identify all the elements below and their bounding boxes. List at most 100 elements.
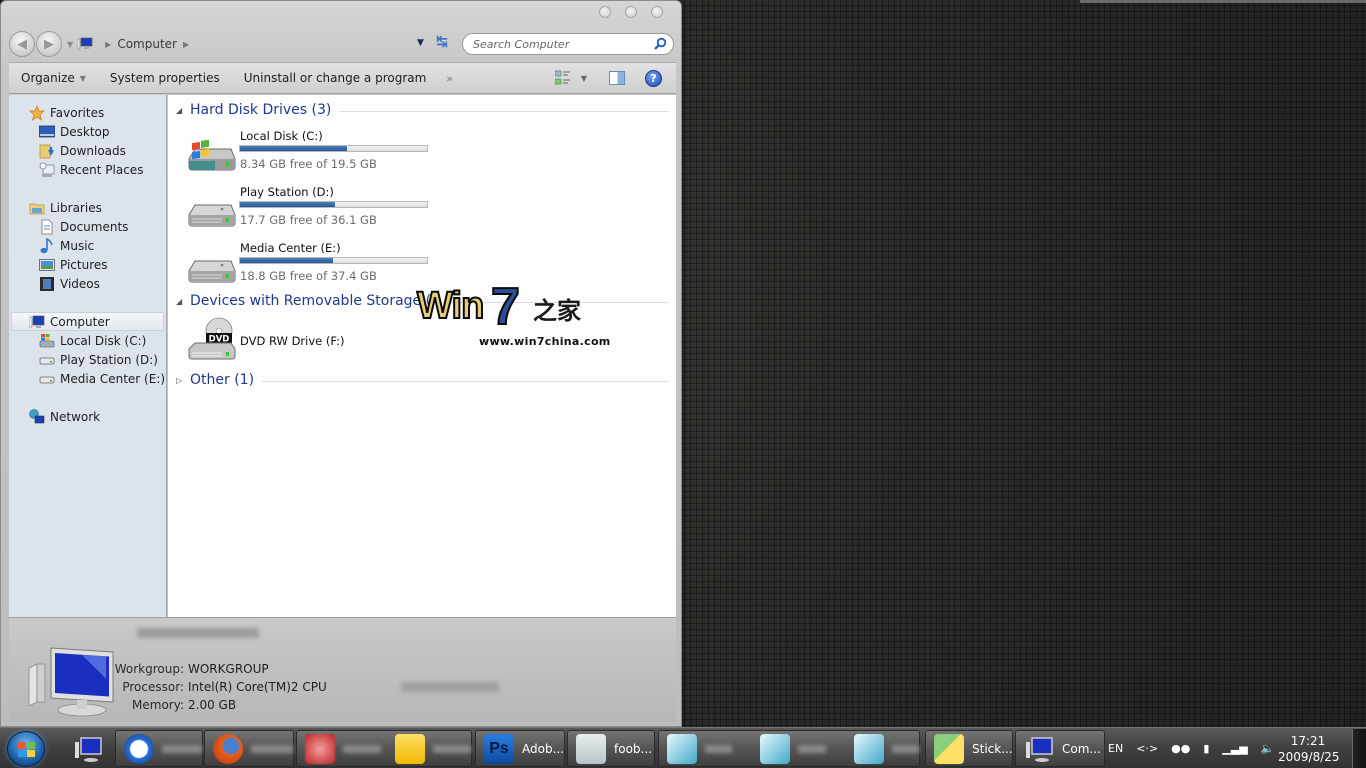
sidebar-item-network[interactable]: Network	[9, 407, 167, 426]
search-input[interactable]	[473, 37, 643, 51]
sidebar-item-favorites[interactable]: Favorites	[9, 103, 167, 122]
expand-triangle-icon[interactable]: ▷	[176, 376, 190, 385]
hard-drive-icon	[39, 376, 55, 383]
taskbar-label-blurred	[891, 744, 919, 753]
taskbar-label-blurred	[343, 744, 381, 753]
taskbar-pinned-computer[interactable]	[64, 730, 108, 767]
note-icon	[395, 733, 425, 764]
taskbar-label: Stick...	[972, 741, 1013, 756]
sidebar-label: Media Center (E:)	[60, 371, 166, 386]
processor-speed-blurred	[401, 682, 499, 692]
taskbar-button-photoshop[interactable]: Ps Adob...	[475, 730, 565, 767]
sidebar-label: Libraries	[50, 200, 102, 215]
windows-drive-icon	[39, 333, 55, 347]
sidebar-item-documents[interactable]: Documents	[9, 217, 167, 236]
search-icon[interactable]	[653, 37, 667, 51]
uninstall-program-button[interactable]: Uninstall or change a program	[232, 71, 439, 85]
drive-item-d[interactable]: Play Station (D:) 17.7 GB free of 36.1 G…	[186, 185, 446, 237]
minimize-button[interactable]	[599, 6, 611, 18]
signal-strength-icon[interactable]: ▁▃▅	[1222, 742, 1247, 755]
downloads-icon	[39, 144, 54, 158]
sidebar-item-media-center-e[interactable]: Media Center (E:)	[9, 369, 167, 388]
computer-icon	[1026, 736, 1053, 762]
sidebar-item-pictures[interactable]: Pictures	[9, 255, 167, 274]
favorites-group: Favorites Desktop Downloads Recent Place…	[9, 103, 167, 179]
help-button[interactable]: ?	[645, 69, 662, 87]
drive-usage-fill	[240, 258, 333, 263]
drive-item-e[interactable]: Media Center (E:) 18.8 GB free of 37.4 G…	[186, 241, 446, 293]
change-view-button[interactable]: ▼	[554, 70, 587, 86]
organize-label: Organize	[21, 71, 75, 85]
system-properties-button[interactable]: System properties	[98, 71, 232, 85]
sidebar-item-play-station-d[interactable]: Play Station (D:)	[9, 350, 167, 369]
sidebar-item-local-disk-c[interactable]: Local Disk (C:)	[9, 331, 167, 350]
refresh-icon[interactable]: ↹	[436, 34, 448, 50]
drive-usage-fill	[240, 146, 347, 151]
photoshop-icon: Ps	[484, 733, 514, 764]
group-header-hard-disk-drives[interactable]: ◢ Hard Disk Drives (3)	[176, 102, 669, 118]
computer-icon	[76, 37, 93, 51]
group-title: Hard Disk Drives (3)	[190, 102, 332, 118]
computer-icon	[75, 736, 102, 762]
sidebar-item-libraries[interactable]: Libraries	[9, 198, 167, 217]
computer-icon	[29, 315, 45, 328]
group-divider	[262, 380, 669, 382]
windows-logo-icon	[18, 742, 35, 757]
breadcrumb-separator[interactable]: ▶	[105, 40, 111, 49]
clock[interactable]: 17:21 2009/8/25	[1278, 733, 1340, 765]
window-controls	[599, 6, 663, 18]
sidebar-item-recent-places[interactable]: Recent Places	[9, 160, 167, 179]
memory-value: 2.00 GB	[188, 698, 237, 712]
organize-button[interactable]: Organize ▼	[9, 71, 98, 85]
network-connection-icon[interactable]: <·>	[1136, 742, 1158, 755]
taskbar-button-sticky-notes[interactable]: Stick...	[925, 730, 1013, 767]
drive-item-dvd[interactable]: DVD DVD RW Drive (F:)	[186, 317, 446, 369]
taskbar-button-computer[interactable]: Com...	[1015, 730, 1105, 767]
processor-row: Processor: Intel(R) Core(TM)2 CPU	[74, 680, 326, 694]
sidebar-item-videos[interactable]: Videos	[9, 274, 167, 293]
drive-item-c[interactable]: Local Disk (C:) 8.34 GB free of 19.5 GB	[186, 129, 446, 181]
taskbar-button-thunder[interactable]	[115, 730, 203, 767]
taskbar-button-group-apps[interactable]	[296, 730, 472, 767]
group-header-other[interactable]: ▷ Other (1)	[176, 372, 669, 388]
more-commands-button[interactable]: »	[438, 72, 461, 85]
sidebar-item-computer[interactable]: Computer	[11, 312, 164, 331]
libraries-icon	[29, 203, 45, 214]
recent-places-icon	[39, 162, 55, 177]
group-title: Devices with Removable Storage (	[190, 293, 432, 309]
drive-name: DVD RW Drive (F:)	[240, 334, 345, 348]
taskbar-button-firefox[interactable]	[204, 730, 294, 767]
navigation-bar: ◀ ▶ ▼ ▶ Computer ▶ ▼ ↹	[9, 30, 675, 58]
back-button[interactable]: ◀	[9, 31, 35, 57]
taskbar-button-group-notepad[interactable]	[658, 730, 920, 767]
collapse-triangle-icon[interactable]: ◢	[176, 297, 190, 306]
volume-icon[interactable]: 🔈	[1261, 742, 1275, 755]
group-title: Other (1)	[190, 372, 255, 388]
sidebar-item-desktop[interactable]: Desktop	[9, 122, 167, 141]
workgroup-value: WORKGROUP	[188, 662, 269, 676]
breadcrumb-separator[interactable]: ▶	[183, 40, 189, 49]
hard-drive-icon	[188, 260, 236, 283]
collapse-triangle-icon[interactable]: ◢	[176, 106, 190, 115]
close-button[interactable]	[651, 6, 663, 18]
forward-button[interactable]: ▶	[36, 31, 62, 57]
taskbar-button-foobar[interactable]: foob...	[567, 730, 655, 767]
videos-icon	[40, 276, 54, 291]
power-plug-icon[interactable]: ▮	[1203, 742, 1209, 755]
view-icon	[554, 70, 570, 85]
sidebar-label: Recent Places	[60, 162, 144, 177]
tray-app-icon[interactable]: ●●	[1171, 742, 1190, 755]
start-button[interactable]	[7, 731, 45, 767]
workgroup-row: Workgroup: WORKGROUP	[74, 662, 269, 676]
language-indicator[interactable]: EN	[1108, 742, 1123, 755]
maximize-button[interactable]	[625, 6, 637, 18]
sidebar-item-downloads[interactable]: Downloads	[9, 141, 167, 160]
drive-usage-bar	[239, 201, 428, 208]
music-icon	[40, 237, 53, 253]
show-desktop-button[interactable]	[1352, 729, 1366, 768]
address-dropdown-icon[interactable]: ▼	[417, 38, 424, 48]
sidebar-item-music[interactable]: Music	[9, 236, 167, 255]
recent-pages-dropdown[interactable]: ▼	[67, 40, 73, 49]
breadcrumb-computer[interactable]: Computer	[117, 37, 177, 51]
preview-pane-button[interactable]	[609, 71, 625, 85]
